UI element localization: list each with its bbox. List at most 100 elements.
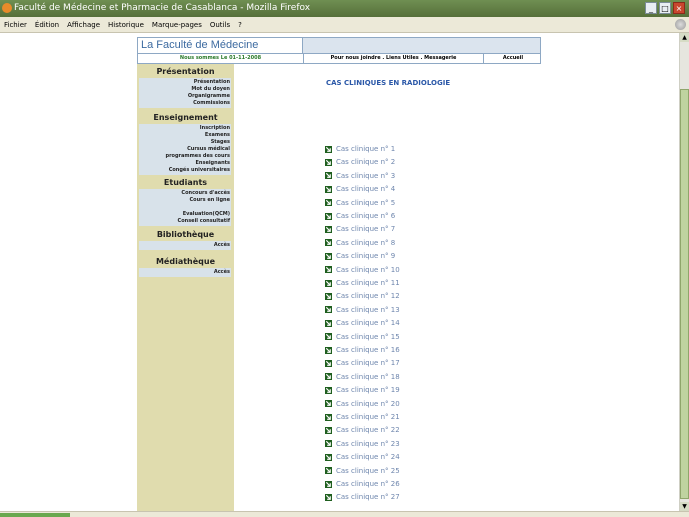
- case-link[interactable]: Cas clinique n° 19: [325, 385, 400, 396]
- case-link[interactable]: Cas clinique n° 2: [325, 157, 395, 168]
- case-link[interactable]: Cas clinique n° 14: [325, 318, 400, 329]
- sidebar-link[interactable]: Commissions: [193, 100, 230, 106]
- maximize-button[interactable]: □: [659, 2, 671, 14]
- vertical-scrollbar[interactable]: ▲ ▼: [679, 33, 689, 511]
- green-arrow-icon: [325, 467, 332, 475]
- green-arrow-icon: [325, 453, 332, 461]
- sidebar-link[interactable]: Mot du doyen: [191, 86, 230, 92]
- case-link[interactable]: Cas clinique n° 23: [325, 439, 400, 450]
- case-link[interactable]: Cas clinique n° 11: [325, 278, 400, 289]
- sidebar-link[interactable]: Conseil consultatif: [178, 218, 230, 224]
- sidebar-section-title: Enseignement: [153, 113, 218, 122]
- green-arrow-icon: [325, 212, 332, 220]
- case-link[interactable]: Cas clinique n° 4: [325, 184, 395, 195]
- green-arrow-icon: [325, 185, 332, 193]
- case-link[interactable]: Cas clinique n° 5: [325, 198, 395, 209]
- sidebar-link[interactable]: Accès: [214, 269, 230, 275]
- scroll-thumb[interactable]: [680, 89, 689, 499]
- sidebar-link[interactable]: Congés universitaires: [169, 167, 230, 173]
- green-arrow-icon: [325, 279, 332, 287]
- case-link[interactable]: Cas clinique n° 18: [325, 372, 400, 383]
- menu-item[interactable]: Fichier: [4, 21, 27, 29]
- green-arrow-icon: [325, 158, 332, 166]
- case-link[interactable]: Cas clinique n° 12: [325, 291, 400, 302]
- content-title: CAS CLINIQUES EN RADIOLOGIE: [326, 79, 451, 87]
- case-link[interactable]: Cas clinique n° 26: [325, 479, 400, 490]
- menu-item[interactable]: Affichage: [67, 21, 100, 29]
- sidebar-link[interactable]: Stages: [211, 139, 230, 145]
- sidebar-link[interactable]: Enseignants: [196, 160, 231, 166]
- menu-item[interactable]: Édition: [35, 21, 59, 29]
- case-link[interactable]: Cas clinique n° 6: [325, 211, 395, 222]
- case-label: Cas clinique n° 7: [336, 225, 396, 234]
- case-link[interactable]: Cas clinique n° 9: [325, 251, 395, 262]
- green-arrow-icon: [325, 359, 332, 367]
- case-link[interactable]: Cas clinique n° 10: [325, 265, 400, 276]
- sidebar-section: Accès: [139, 241, 231, 250]
- window-title: Faculté de Médecine et Pharmacie de Casa…: [14, 3, 311, 13]
- sidebar-link[interactable]: Organigramme: [188, 93, 230, 99]
- case-label: Cas clinique n° 21: [336, 413, 400, 421]
- case-label: Cas clinique n° 13: [336, 305, 400, 314]
- top-links[interactable]: Pour nous joindre . Liens Utiles . Messa…: [304, 54, 484, 63]
- sidebar-section-title: Etudiants: [163, 178, 208, 187]
- green-arrow-icon: [325, 480, 332, 488]
- case-label: Cas clinique n° 16: [336, 346, 400, 354]
- sidebar-link[interactable]: Cursus médical: [187, 146, 230, 152]
- sidebar-section-title: Médiathèque: [155, 257, 216, 266]
- menu-item[interactable]: Outils: [210, 21, 230, 29]
- green-arrow-icon: [325, 225, 332, 233]
- sidebar-link[interactable]: Examens: [205, 132, 230, 138]
- case-label: Cas clinique n° 8: [336, 238, 396, 247]
- case-label: Cas clinique n° 5: [336, 198, 396, 207]
- sidebar-link[interactable]: Cours en ligne: [190, 197, 231, 203]
- sidebar-section: Inscription Examens Stages Cursus médical pr…: [139, 124, 231, 175]
- status-progress: [0, 513, 70, 517]
- header-banner: [303, 37, 541, 54]
- scroll-down-arrow-icon[interactable]: ▼: [680, 502, 689, 511]
- sidebar-link[interactable]: Evaluation(QCM): [183, 211, 230, 217]
- site-title: La Faculté de Médecine: [137, 37, 303, 54]
- close-button[interactable]: ×: [673, 2, 685, 14]
- status-bar: [0, 511, 689, 517]
- case-link[interactable]: Cas clinique n° 8: [325, 238, 395, 249]
- sidebar-link[interactable]: programmes des cours: [165, 153, 230, 159]
- green-arrow-icon: [325, 386, 332, 394]
- green-arrow-icon: [325, 319, 332, 327]
- case-link[interactable]: Cas clinique n° 20: [325, 399, 400, 410]
- sidebar-link[interactable]: Présentation: [194, 79, 230, 85]
- sidebar-link[interactable]: Concours d'accès: [181, 190, 230, 196]
- menu-item[interactable]: Marque-pages: [152, 21, 202, 29]
- case-link[interactable]: Cas clinique n° 24: [325, 452, 400, 463]
- case-link[interactable]: Cas clinique n° 3: [325, 171, 395, 182]
- sidebar-section: Concours d'accès Cours en ligne Evaluation…: [139, 189, 231, 226]
- green-arrow-icon: [325, 266, 332, 274]
- green-arrow-icon: [325, 400, 332, 408]
- case-link[interactable]: Cas clinique n° 21: [325, 412, 400, 423]
- case-link[interactable]: Cas clinique n° 22: [325, 425, 400, 436]
- sidebar-link[interactable]: Accès: [214, 242, 230, 248]
- home-link[interactable]: Accueil: [484, 54, 542, 63]
- scroll-up-arrow-icon[interactable]: ▲: [680, 33, 689, 42]
- case-link[interactable]: Cas clinique n° 15: [325, 332, 400, 343]
- minimize-button[interactable]: _: [645, 2, 657, 14]
- menu-item[interactable]: Historique: [108, 21, 144, 29]
- case-label: Cas clinique n° 26: [336, 480, 400, 488]
- current-date: Nous sommes Le 01-11-2008: [138, 54, 304, 63]
- case-label: Cas clinique n° 20: [336, 399, 400, 408]
- case-link[interactable]: Cas clinique n° 13: [325, 305, 400, 316]
- case-link[interactable]: Cas clinique n° 27: [325, 492, 400, 503]
- green-arrow-icon: [325, 292, 332, 300]
- case-link[interactable]: Cas clinique n° 16: [325, 345, 400, 356]
- case-link[interactable]: Cas clinique n° 1: [325, 144, 395, 155]
- case-link[interactable]: Cas clinique n° 25: [325, 466, 400, 477]
- green-arrow-icon: [325, 199, 332, 207]
- top-nav: Nous sommes Le 01-11-2008 Pour nous join…: [137, 54, 541, 64]
- menu-item[interactable]: ?: [238, 21, 242, 29]
- sidebar-link[interactable]: Inscription: [200, 125, 230, 131]
- case-label: Cas clinique n° 15: [336, 332, 400, 341]
- window-titlebar: Faculté de Médecine et Pharmacie de Casa…: [0, 0, 689, 17]
- case-link[interactable]: Cas clinique n° 7: [325, 224, 395, 235]
- case-link[interactable]: Cas clinique n° 17: [325, 358, 400, 369]
- case-label: Cas clinique n° 12: [336, 292, 400, 301]
